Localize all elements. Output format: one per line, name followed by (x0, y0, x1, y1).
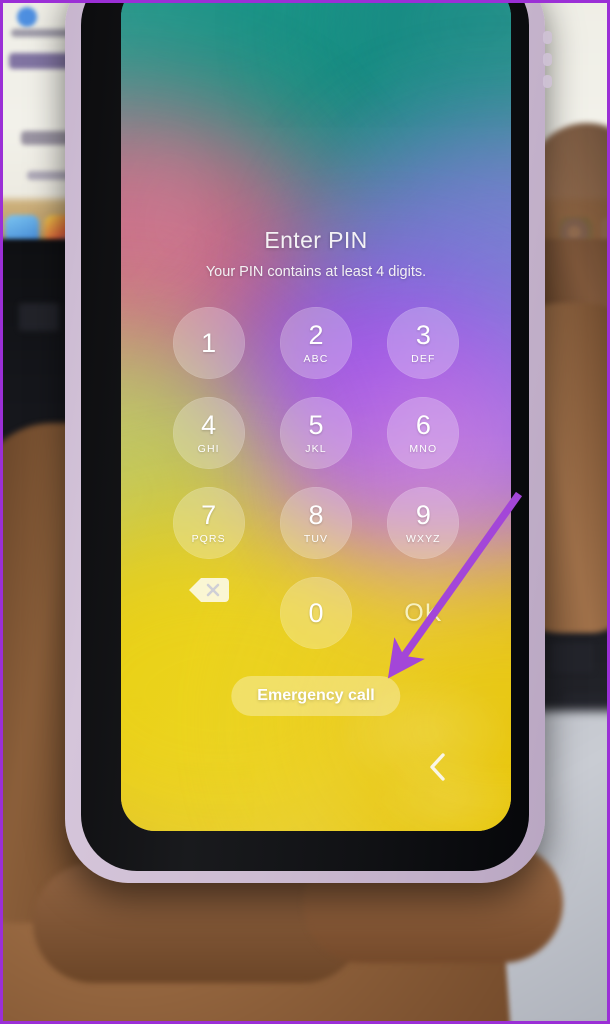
laptop-favicon-dot (17, 7, 37, 27)
keypad-key-8[interactable]: 8 TUV (279, 487, 352, 559)
key-digit: 9 (415, 499, 431, 530)
key-digit: 6 (415, 409, 431, 440)
key-letters: WXYZ (405, 532, 441, 545)
key-letters: MNO (409, 442, 438, 455)
keyboard-key (551, 643, 593, 673)
backspace-icon (188, 578, 229, 602)
keypad-key-0[interactable]: 0 (279, 577, 352, 649)
key-digit: 0 (308, 597, 324, 628)
keypad-key-2[interactable]: 2 ABC (279, 307, 352, 379)
key-digit: 7 (201, 499, 217, 530)
keypad-key-9[interactable]: 9 WXYZ (387, 487, 460, 559)
keypad-key-4[interactable]: 4 GHI (172, 397, 245, 469)
phone-screen: Enter PIN Your PIN contains at least 4 d… (121, 3, 511, 831)
key-digit: 1 (201, 327, 217, 358)
pin-hint-text: Your PIN contains at least 4 digits. (205, 264, 427, 280)
pin-keypad: 1 2 ABC 3 DEF 4 GHI 5 JKL 6 MNO 7 PQRS 8… (155, 307, 477, 649)
key-digit: 3 (415, 319, 431, 350)
key-letters: PQRS (191, 532, 226, 545)
ok-button[interactable]: OK (387, 577, 459, 649)
case-button-cutout (543, 75, 552, 88)
keypad-key-3[interactable]: 3 DEF (387, 307, 460, 379)
back-button[interactable] (417, 747, 457, 787)
case-button-cutout (543, 53, 552, 66)
key-digit: 8 (308, 499, 324, 530)
backspace-button[interactable] (186, 577, 232, 603)
page-title: Enter PIN (264, 227, 368, 253)
keyboard-key (19, 303, 59, 331)
key-letters: TUV (303, 532, 329, 545)
case-button-cutout (543, 31, 552, 44)
keypad-key-7[interactable]: 7 PQRS (172, 487, 245, 559)
key-digit: 2 (308, 319, 324, 350)
key-letters: ABC (303, 352, 329, 365)
key-letters: GHI (197, 442, 220, 455)
key-digit: 5 (308, 409, 324, 440)
keypad-key-6[interactable]: 6 MNO (387, 397, 460, 469)
keypad-key-5[interactable]: 5 JKL (279, 397, 352, 469)
key-digit: 4 (201, 409, 217, 440)
lockscreen-ui: Enter PIN Your PIN contains at least 4 d… (121, 3, 511, 831)
key-letters: JKL (305, 442, 327, 455)
keypad-key-1[interactable]: 1 (172, 307, 245, 379)
emergency-call-button[interactable]: Emergency call (231, 676, 401, 716)
key-letters: DEF (411, 352, 436, 365)
chevron-left-icon (430, 753, 445, 781)
screenshot-photo: Enter PIN Your PIN contains at least 4 d… (0, 0, 610, 1024)
